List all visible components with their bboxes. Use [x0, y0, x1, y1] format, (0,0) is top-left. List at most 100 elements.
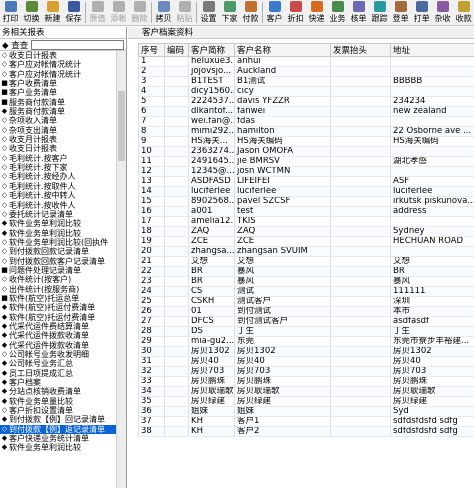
table-cell[interactable]: [164, 336, 189, 347]
table-cell[interactable]: 暴风: [234, 276, 331, 287]
tree-item[interactable]: ◇ 收支日计报表: [0, 51, 126, 60]
table-cell[interactable]: 房贝鹏珠: [234, 376, 331, 387]
table-cell[interactable]: 18: [138, 226, 165, 237]
table-cell[interactable]: 房贝绿建: [390, 396, 474, 407]
table-cell[interactable]: [164, 216, 189, 227]
table-cell[interactable]: 暴风: [390, 276, 474, 287]
table-cell[interactable]: 22 Osborne ave ...: [390, 126, 474, 137]
table-row[interactable]: 35 房贝绿建 房贝绿建 房贝绿建: [138, 396, 474, 407]
table-cell[interactable]: 17: [138, 216, 165, 227]
table-row[interactable]: 18 ZAQ ZAQ Sydney: [138, 226, 474, 237]
tree-item[interactable]: ◇ 毛利统计.按经办人: [0, 172, 126, 181]
table-cell[interactable]: 东莞: [234, 336, 331, 347]
table-cell[interactable]: 本市: [390, 306, 474, 317]
table-cell[interactable]: [330, 286, 391, 297]
table-cell[interactable]: sdfdsfdsfd sdfg: [390, 426, 474, 437]
toolbar-button-copy[interactable]: 拷贝: [153, 0, 174, 25]
table-row[interactable]: 17 amelia12... TKIS: [138, 216, 474, 227]
table-cell[interactable]: [164, 186, 189, 197]
table-cell[interactable]: [330, 86, 391, 97]
table-cell[interactable]: HECHUAN ROAD: [390, 236, 474, 247]
table-row[interactable]: 16 a001 test address: [138, 206, 474, 217]
table-cell[interactable]: 房贝703: [390, 366, 474, 377]
tree-item[interactable]: ◆ 软件业务单量比较: [0, 397, 126, 406]
table-cell[interactable]: 2: [138, 66, 165, 77]
table-cell[interactable]: [164, 376, 189, 387]
table-cell[interactable]: [330, 196, 391, 207]
table-cell[interactable]: [330, 266, 391, 277]
table-cell[interactable]: zhangsan SVUIM: [234, 246, 331, 257]
tree-item[interactable]: ◇ 到付拨款【例】返记录清单: [0, 424, 126, 435]
toolbar-button-add-entry[interactable]: 添帐: [108, 0, 129, 25]
table-cell[interactable]: 21: [138, 256, 165, 267]
table-row[interactable]: 34 房贝耿瑞歌 房贝耿瑞歌 房贝耿瑞歌: [138, 386, 474, 397]
table-cell[interactable]: [330, 206, 391, 217]
table-cell[interactable]: HS海关编码: [234, 136, 331, 147]
table-cell[interactable]: BR: [188, 276, 235, 287]
table-cell[interactable]: hamilton: [234, 126, 331, 137]
tree-item[interactable]: ◇ 毛利统计.按客户: [0, 154, 126, 163]
table-cell[interactable]: 111111: [390, 286, 474, 297]
table-cell[interactable]: 32: [138, 366, 165, 377]
scrollbar-thumb[interactable]: [118, 91, 125, 161]
table-cell[interactable]: dlkantof...: [188, 106, 235, 117]
table-cell[interactable]: [330, 156, 391, 167]
table-cell[interactable]: CS: [188, 286, 235, 297]
table-cell[interactable]: 22: [138, 266, 165, 277]
table-cell[interactable]: [164, 276, 189, 287]
table-cell[interactable]: 2224537...: [188, 96, 235, 107]
table-cell[interactable]: [164, 176, 189, 187]
table-row[interactable]: 20 zhangsa... zhangsan SVUIM: [138, 246, 474, 257]
column-header[interactable]: 客户名称: [234, 43, 331, 57]
table-cell[interactable]: 10: [138, 146, 165, 157]
table-cell[interactable]: [164, 156, 189, 167]
table-cell[interactable]: CSKH: [188, 296, 235, 307]
table-cell[interactable]: 艾想: [234, 256, 331, 267]
table-row[interactable]: 24 CS 测试 111111: [138, 286, 474, 297]
table-cell[interactable]: 测试客户: [234, 296, 331, 307]
search-input[interactable]: [31, 39, 124, 50]
table-cell[interactable]: [330, 336, 391, 347]
table-cell[interactable]: [330, 256, 391, 267]
table-cell[interactable]: 6: [138, 106, 165, 117]
table-cell[interactable]: [330, 216, 391, 227]
table-cell[interactable]: test: [234, 206, 331, 217]
tree-item[interactable]: ◇ 毛利统计.按取件人: [0, 182, 126, 191]
table-row[interactable]: 8 mimi292... hamilton 22 Osborne ave ...: [138, 126, 474, 137]
table-cell[interactable]: 房贝1302: [390, 346, 474, 357]
table-cell[interactable]: 35: [138, 396, 165, 407]
table-cell[interactable]: [164, 126, 189, 137]
table-cell[interactable]: [330, 106, 391, 117]
table-row[interactable]: 2 jojovsjo... Auckland: [138, 66, 474, 77]
table-cell[interactable]: [164, 106, 189, 117]
table-cell[interactable]: 34: [138, 386, 165, 397]
table-cell[interactable]: wei.fan@...: [188, 116, 235, 127]
table-cell[interactable]: [330, 56, 391, 67]
table-cell[interactable]: [390, 116, 474, 127]
tree-item[interactable]: ◇ 委托统计记录清单: [0, 210, 126, 219]
table-row[interactable]: 27 DFCS 到付测试客户 asdfasdf: [138, 316, 474, 327]
table-cell[interactable]: Sydney: [390, 226, 474, 237]
table-cell[interactable]: [164, 406, 189, 417]
table-cell[interactable]: ZAQ: [188, 226, 235, 237]
toolbar-button-print[interactable]: 打印: [0, 0, 21, 25]
table-cell[interactable]: 湖北孝感: [390, 156, 474, 167]
table-cell[interactable]: 19: [138, 236, 165, 247]
tree-item[interactable]: ◇ 到付拨款回款记录清单: [0, 247, 126, 256]
table-cell[interactable]: mimi292...: [188, 126, 235, 137]
table-cell[interactable]: 37: [138, 416, 165, 427]
table-cell[interactable]: 深圳: [390, 296, 474, 307]
table-row[interactable]: 30 房贝1302 房贝1302 房贝1302: [138, 346, 474, 357]
table-cell[interactable]: [164, 206, 189, 217]
table-cell[interactable]: 房贝1302: [188, 346, 235, 357]
table-row[interactable]: 14 luciferlee luciferlee luciferlee: [138, 186, 474, 197]
table-cell[interactable]: [330, 146, 391, 157]
toolbar-button-payment[interactable]: 付款: [240, 0, 261, 25]
table-cell[interactable]: a001: [188, 206, 235, 217]
tree-item[interactable]: ◇ 到付拨款回款客户记录清单: [0, 257, 126, 266]
table-cell[interactable]: [390, 246, 474, 257]
table-cell[interactable]: pavel SZCSF: [234, 196, 331, 207]
table-cell[interactable]: [164, 246, 189, 257]
tree-item[interactable]: ◇ 收件统计(按客户): [0, 275, 126, 284]
table-cell[interactable]: 房贝40: [390, 356, 474, 367]
